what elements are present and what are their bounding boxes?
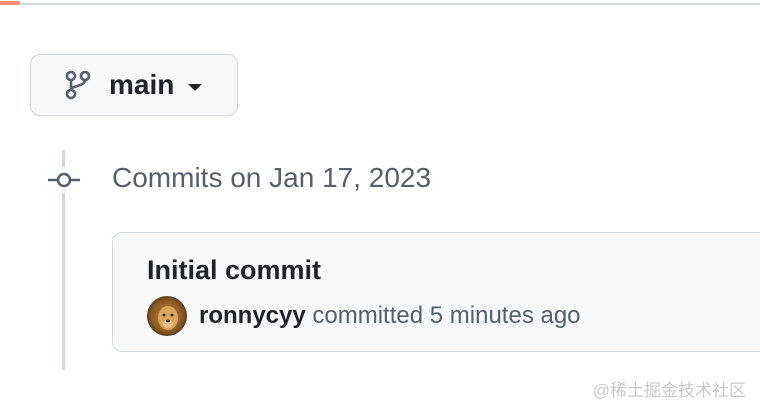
branch-name: main bbox=[109, 69, 175, 100]
triangle-down-icon bbox=[188, 83, 203, 91]
page: main Commits on Jan 17, 2023 Initial com… bbox=[0, 0, 760, 410]
commits-date-heading: Commits on Jan 17, 2023 bbox=[112, 162, 432, 193]
commit-time: 5 minutes ago bbox=[429, 302, 581, 329]
watermark: @稀土掘金技术社区 bbox=[592, 381, 746, 400]
git-commit-icon bbox=[46, 167, 82, 193]
git-branch-icon bbox=[65, 70, 91, 100]
branch-selector-button[interactable]: main bbox=[30, 54, 238, 116]
commit-list-item: Initial commit ronnycyy committed 5 minu… bbox=[112, 232, 760, 352]
commit-action: committed bbox=[312, 302, 424, 329]
active-tab-indicator bbox=[0, 1, 20, 5]
commit-author-link[interactable]: ronnycyy bbox=[199, 302, 306, 329]
commit-title-link[interactable]: Initial commit bbox=[147, 255, 321, 286]
tab-underline bbox=[0, 3, 760, 5]
commit-meta: ronnycyy committed 5 minutes ago bbox=[199, 302, 581, 330]
author-avatar[interactable] bbox=[147, 296, 187, 336]
